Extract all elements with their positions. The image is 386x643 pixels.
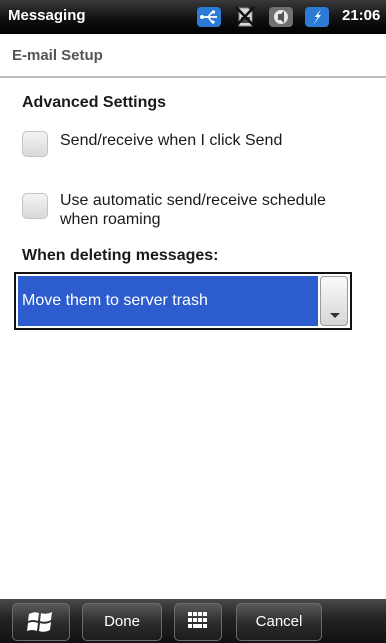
done-button[interactable]: Done bbox=[82, 603, 162, 641]
cancel-button[interactable]: Cancel bbox=[236, 603, 322, 641]
advanced-settings-heading: Advanced Settings bbox=[22, 94, 167, 111]
send-receive-label[interactable]: Send/receive when I click Send bbox=[60, 131, 282, 150]
charging-icon bbox=[304, 4, 330, 30]
delete-action-selected[interactable]: Move them to server trash bbox=[18, 276, 318, 326]
clock: 21:06 bbox=[342, 7, 381, 24]
delete-action-dropdown[interactable]: Move them to server trash bbox=[14, 272, 352, 330]
roaming-label-line1: Use automatic send/receive schedule bbox=[60, 192, 326, 209]
roaming-label-line2: when roaming bbox=[60, 211, 161, 228]
keyboard-icon bbox=[188, 612, 207, 628]
page-title: E-mail Setup bbox=[12, 47, 103, 64]
volume-icon bbox=[268, 4, 294, 30]
keyboard-button[interactable] bbox=[174, 603, 222, 641]
usb-sync-icon bbox=[196, 4, 222, 30]
status-bar: Messaging 21:06 bbox=[0, 0, 386, 34]
deleting-messages-heading: When deleting messages: bbox=[22, 247, 219, 264]
start-button[interactable] bbox=[12, 603, 70, 641]
windows-logo-icon bbox=[27, 612, 52, 632]
email-setup-screen: Messaging 21:06 E-mail Setup Advanced Se… bbox=[0, 0, 386, 643]
roaming-schedule-label[interactable]: Use automatic send/receive schedule when… bbox=[60, 191, 326, 229]
soft-key-bar: Done Cancel bbox=[0, 599, 386, 643]
send-receive-checkbox[interactable] bbox=[22, 131, 48, 157]
title-bar: E-mail Setup bbox=[0, 34, 386, 78]
roaming-schedule-checkbox[interactable] bbox=[22, 193, 48, 219]
app-name: Messaging bbox=[8, 7, 86, 24]
dropdown-arrow-icon[interactable] bbox=[320, 276, 348, 326]
no-sim-icon bbox=[232, 4, 258, 30]
